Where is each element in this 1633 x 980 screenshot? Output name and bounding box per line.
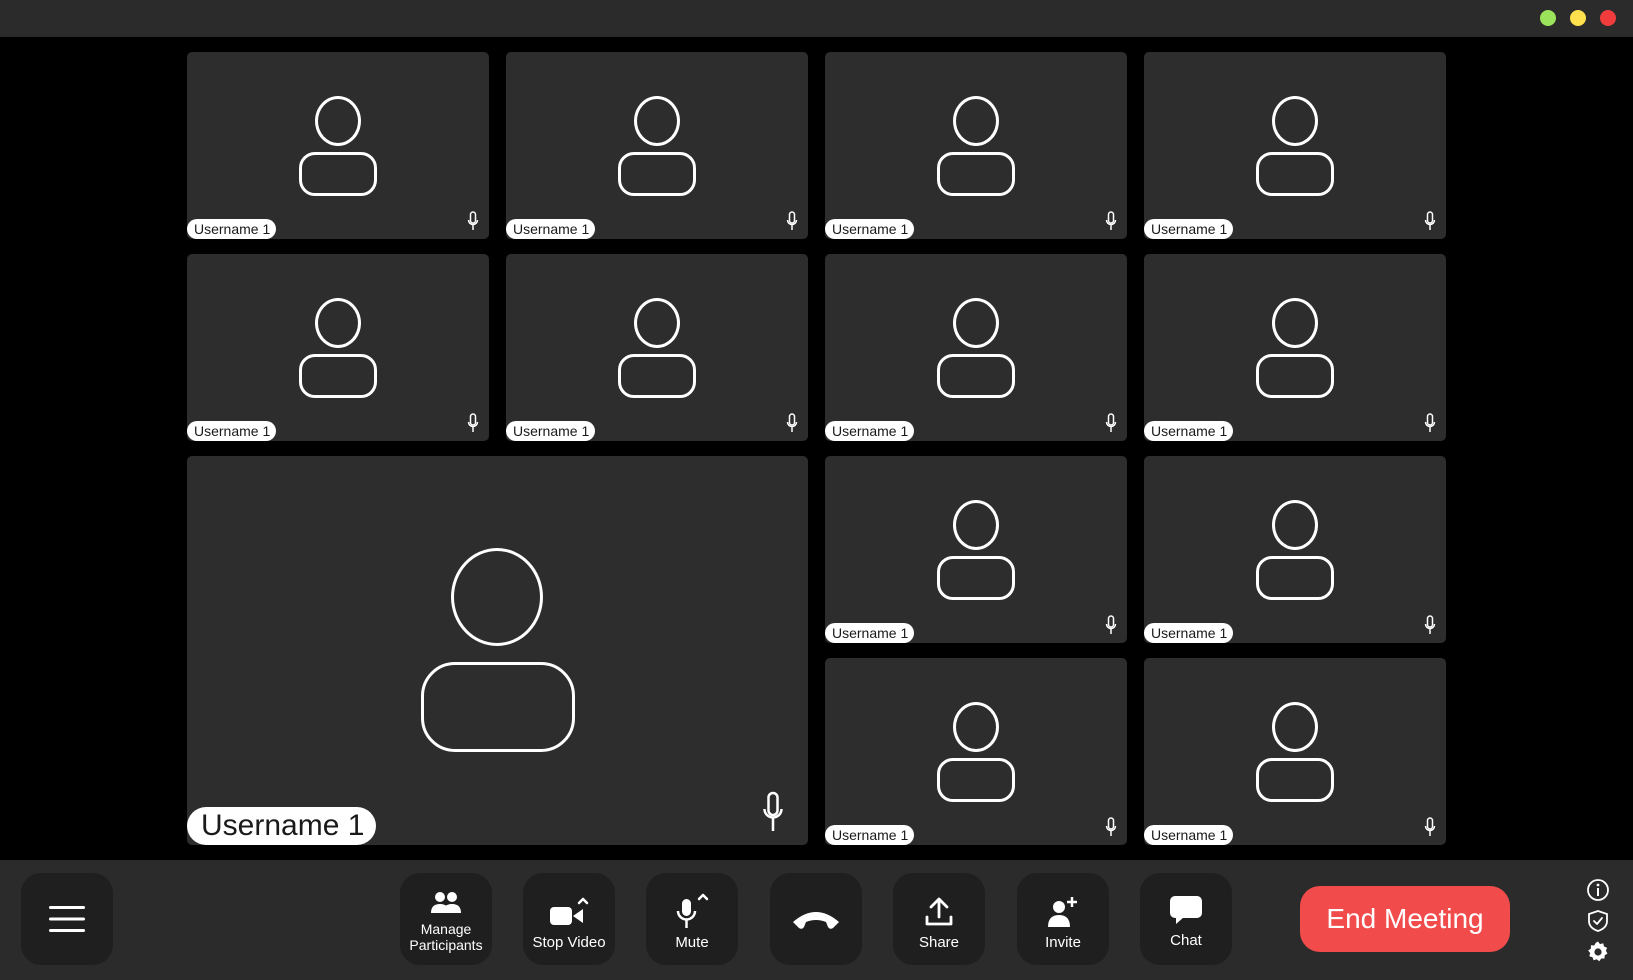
featured-participant-tile[interactable]: Username 1 — [187, 456, 808, 845]
share-button[interactable]: Share — [893, 873, 985, 965]
participant-tile[interactable]: Username 1 — [1144, 52, 1446, 239]
shield-icon[interactable] — [1586, 909, 1610, 933]
mic-icon — [1424, 413, 1436, 432]
avatar-icon — [937, 298, 1015, 398]
participants-icon — [431, 892, 461, 913]
microphone-icon — [676, 893, 709, 928]
chat-label: Chat — [1170, 932, 1202, 949]
participant-tile[interactable]: Username 1 — [1144, 456, 1446, 643]
avatar-icon — [937, 500, 1015, 600]
avatar-icon — [1256, 702, 1334, 802]
mic-icon — [467, 211, 479, 230]
participant-tile[interactable]: Username 1 — [506, 52, 808, 239]
minimize-dot[interactable] — [1570, 10, 1586, 26]
invite-label: Invite — [1045, 934, 1081, 951]
participant-tile[interactable]: Username 1 — [506, 254, 808, 441]
mic-icon — [467, 413, 479, 432]
avatar-icon — [618, 96, 696, 196]
participant-name: Username 1 — [1144, 219, 1234, 239]
avatar-icon — [420, 548, 575, 752]
participant-name: Username 1 — [825, 219, 915, 239]
meeting-toolbar: Manage Participants Stop Video Mute Shar… — [0, 860, 1633, 980]
hamburger-icon — [49, 906, 85, 932]
manage-participants-label: Manage Participants — [409, 921, 483, 953]
mic-icon — [1105, 615, 1117, 634]
mic-icon — [1105, 413, 1117, 432]
participant-tile[interactable]: Username 1 — [187, 52, 489, 239]
mute-button[interactable]: Mute — [646, 873, 738, 965]
participant-name: Username 1 — [187, 219, 277, 239]
mic-icon — [1424, 615, 1436, 634]
stop-video-label: Stop Video — [532, 934, 606, 951]
invite-button[interactable]: Invite — [1017, 873, 1109, 965]
mic-icon — [1105, 817, 1117, 836]
gear-icon[interactable] — [1586, 940, 1610, 964]
participant-name: Username 1 — [1144, 825, 1234, 845]
menu-button[interactable] — [21, 873, 113, 965]
participant-tile[interactable]: Username 1 — [1144, 658, 1446, 845]
avatar-icon — [1256, 298, 1334, 398]
participant-name: Username 1 — [825, 825, 915, 845]
avatar-icon — [299, 298, 377, 398]
video-camera-icon — [550, 897, 589, 925]
close-dot[interactable] — [1600, 10, 1616, 26]
participant-tile[interactable]: Username 1 — [825, 456, 1127, 643]
mic-icon — [763, 791, 783, 831]
share-label: Share — [918, 934, 960, 951]
participant-tile[interactable]: Username 1 — [187, 254, 489, 441]
hangup-button[interactable] — [770, 873, 862, 965]
chat-button[interactable]: Chat — [1140, 873, 1232, 965]
mic-icon — [786, 211, 798, 230]
title-bar — [0, 0, 1633, 37]
add-user-icon — [1048, 897, 1077, 927]
avatar-icon — [618, 298, 696, 398]
mic-icon — [1105, 211, 1117, 230]
phone-hangup-icon — [793, 912, 839, 929]
avatar-icon — [299, 96, 377, 196]
avatar-icon — [1256, 96, 1334, 196]
participant-name: Username 1 — [506, 219, 596, 239]
participant-name: Username 1 — [825, 421, 915, 441]
participant-name: Username 1 — [1144, 421, 1234, 441]
mic-icon — [1424, 211, 1436, 230]
participant-name: Username 1 — [1144, 623, 1234, 643]
avatar-icon — [937, 702, 1015, 802]
chat-bubble-icon — [1170, 896, 1202, 924]
mic-icon — [1424, 817, 1436, 836]
participant-name: Username 1 — [187, 421, 277, 441]
video-grid: Username 1 Username 1 Username 1 Usernam… — [0, 37, 1633, 860]
participant-name: Username 1 — [187, 807, 377, 845]
participant-tile[interactable]: Username 1 — [825, 658, 1127, 845]
stop-video-button[interactable]: Stop Video — [523, 873, 615, 965]
avatar-icon — [937, 96, 1015, 196]
participant-tile[interactable]: Username 1 — [1144, 254, 1446, 441]
end-meeting-button[interactable]: End Meeting — [1300, 886, 1510, 952]
participant-name: Username 1 — [506, 421, 596, 441]
avatar-icon — [1256, 500, 1334, 600]
participant-name: Username 1 — [825, 623, 915, 643]
maximize-dot[interactable] — [1540, 10, 1556, 26]
mic-icon — [786, 413, 798, 432]
mute-label: Mute — [675, 934, 709, 951]
share-upload-icon — [925, 897, 953, 926]
manage-participants-button[interactable]: Manage Participants — [400, 873, 492, 965]
participant-tile[interactable]: Username 1 — [825, 52, 1127, 239]
participant-tile[interactable]: Username 1 — [825, 254, 1127, 441]
info-icon[interactable] — [1586, 878, 1610, 902]
